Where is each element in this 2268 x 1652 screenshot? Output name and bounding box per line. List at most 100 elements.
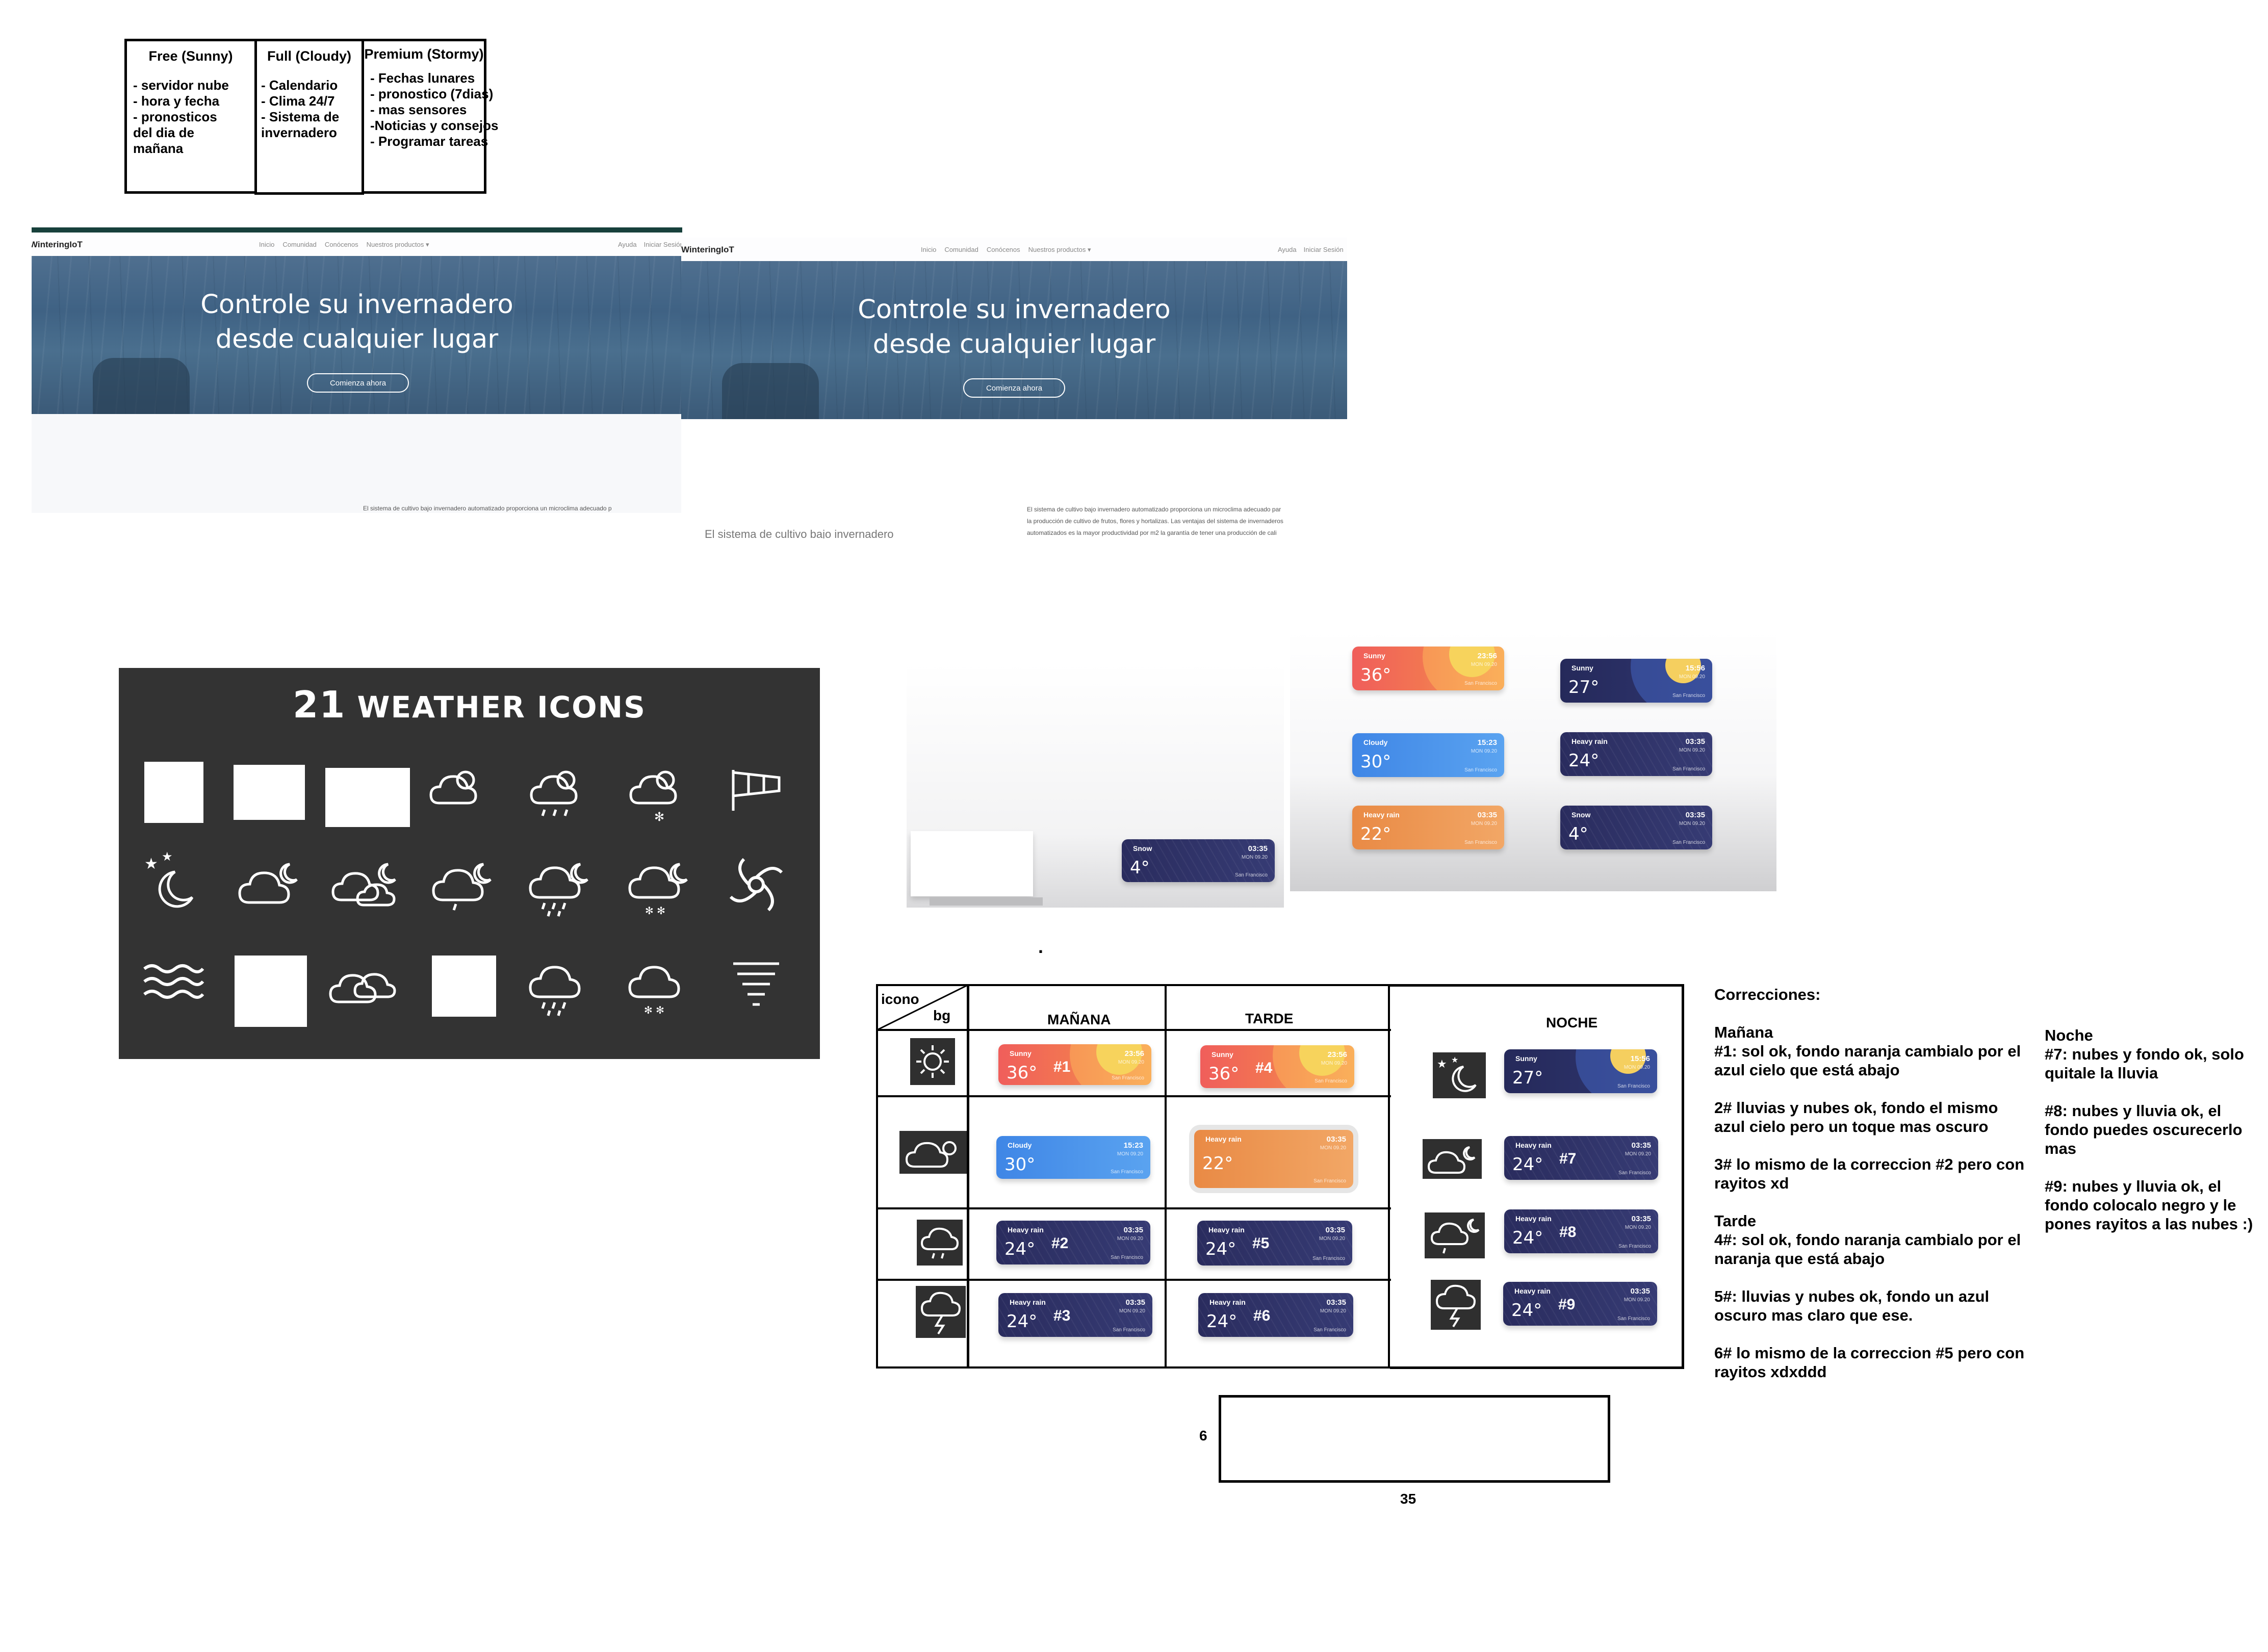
plan-item: - Programar tareas bbox=[370, 134, 488, 149]
top-bar bbox=[32, 227, 682, 233]
card-temperature: 36° bbox=[1208, 1064, 1240, 1084]
card-1-sunny-morning[interactable]: Sunny 36° #1 23:56 MON 09.20 San Francis… bbox=[998, 1044, 1151, 1085]
grid-line bbox=[876, 1207, 1391, 1209]
svg-text:✻ ✻: ✻ ✻ bbox=[644, 1004, 664, 1016]
site-brand[interactable]: WinteringIoT bbox=[681, 245, 734, 255]
corrections-notes: Correcciones: Mañana #1: sol ok, fondo n… bbox=[1714, 985, 2025, 1400]
card-number: #5 bbox=[1252, 1235, 1270, 1252]
card-time: 15:56 bbox=[1685, 664, 1705, 673]
card-6-storm-afternoon[interactable]: Heavy rain 24° #6 03:35 MON 09.20 San Fr… bbox=[1198, 1293, 1353, 1337]
card-date: MON 09.20 bbox=[1623, 1297, 1650, 1303]
nav-ayuda[interactable]: Ayuda bbox=[1278, 246, 1297, 253]
nav-conocenos[interactable]: Conócenos bbox=[987, 246, 1020, 254]
cloud-moon-drizzle-icon bbox=[427, 854, 494, 915]
plan-item: - pronostico (7dias) bbox=[370, 86, 494, 101]
hero-headline: Controle su invernadero desde cualquier … bbox=[681, 293, 1347, 362]
nav-login[interactable]: Iniciar Sesión bbox=[644, 241, 682, 248]
corrections-title: Correcciones: bbox=[1714, 986, 1821, 1003]
card-9-storm-night[interactable]: Heavy rain 24° #9 03:35 MON 09.20 San Fr… bbox=[1503, 1282, 1657, 1326]
correction-9: #9: nubes y lluvia ok, el fondo colocalo… bbox=[2045, 1177, 2253, 1233]
card-temperature: 22° bbox=[1360, 824, 1391, 844]
nav-ayuda[interactable]: Ayuda bbox=[618, 241, 637, 248]
cloud-rain-icon bbox=[917, 1220, 963, 1266]
card-8-rain-night[interactable]: Heavy rain 24° #8 03:35 MON 09.20 San Fr… bbox=[1504, 1209, 1658, 1253]
card-city: San Francisco bbox=[1113, 1327, 1145, 1333]
nav-comunidad[interactable]: Comunidad bbox=[282, 241, 317, 249]
card-condition: Sunny bbox=[1363, 652, 1385, 660]
windsock-icon bbox=[723, 760, 789, 816]
card-temperature: 27° bbox=[1512, 1068, 1543, 1088]
svg-text:★: ★ bbox=[1437, 1057, 1447, 1070]
weather-card-heavy-rain-orange[interactable]: Heavy rain 22° 03:35 MON 09.20 San Franc… bbox=[1352, 806, 1504, 849]
card-time: 03:35 bbox=[1325, 1226, 1345, 1234]
nav-productos[interactable]: Nuestros productos ▾ bbox=[1028, 246, 1091, 254]
card-temperature: 24° bbox=[1205, 1239, 1236, 1259]
card-condition: Heavy rain bbox=[1571, 737, 1608, 745]
morning-heading: Mañana bbox=[1714, 1023, 1773, 1041]
grid-line bbox=[1682, 984, 1684, 1369]
card-city: San Francisco bbox=[1618, 1170, 1651, 1176]
card-date: MON 09.20 bbox=[1679, 674, 1705, 680]
plan-item: - pronosticos bbox=[133, 109, 217, 124]
cloud-moon-icon bbox=[234, 854, 300, 910]
corner-label-icon: icono bbox=[881, 991, 919, 1007]
cloud-moon-snow-icon: ✻ ✻ bbox=[624, 854, 690, 920]
card-rain-orange-afternoon[interactable]: Heavy rain 22° 03:35 MON 09.20 San Franc… bbox=[1194, 1130, 1353, 1188]
card-city: San Francisco bbox=[1312, 1256, 1345, 1261]
correction-2: 2# lluvias y nubes ok, fondo el mismo az… bbox=[1714, 1099, 1998, 1135]
card-city: San Francisco bbox=[1111, 1169, 1143, 1175]
card-time: 03:35 bbox=[1326, 1135, 1346, 1144]
dimension-width-label: 35 bbox=[1400, 1491, 1416, 1507]
nav-productos[interactable]: Nuestros productos ▾ bbox=[367, 241, 429, 249]
card-5-rain-afternoon[interactable]: Heavy rain 24° #5 03:35 MON 09.20 San Fr… bbox=[1197, 1221, 1352, 1266]
card-7-cloud-night[interactable]: Heavy rain 24° #7 03:35 MON 09.20 San Fr… bbox=[1504, 1136, 1658, 1180]
card-4-sunny-afternoon[interactable]: Sunny 36° #4 23:56 MON 09.20 San Francis… bbox=[1200, 1045, 1354, 1088]
card-number: #4 bbox=[1255, 1060, 1273, 1076]
card-condition: Snow bbox=[1571, 811, 1591, 819]
card-date: MON 09.20 bbox=[1679, 747, 1705, 753]
weather-card-cloudy[interactable]: Cloudy 30° 15:23 MON 09.20 San Francisco bbox=[1352, 733, 1504, 777]
plan-premium-box: Premium (Stormy) - Fechas lunares - pron… bbox=[362, 39, 498, 194]
card-number: #1 bbox=[1053, 1059, 1071, 1075]
card-condition: Heavy rain bbox=[1514, 1287, 1551, 1295]
card-condition: Sunny bbox=[1010, 1049, 1032, 1057]
card-date: MON 09.20 bbox=[1320, 1145, 1346, 1151]
site-brand[interactable]: WinteringIoT bbox=[32, 240, 83, 250]
weather-card-snow[interactable]: Snow 4° 03:35 MON 09.20 San Francisco bbox=[1122, 839, 1275, 882]
nav-inicio[interactable]: Inicio bbox=[259, 241, 274, 249]
widget-preview-grid: Sunny 36° 23:56 MON 09.20 San Francisco … bbox=[1290, 630, 1776, 891]
plan-item: del dia de bbox=[133, 125, 194, 140]
card-cloudy-morning[interactable]: Cloudy 30° 15:23 MON 09.20 San Francisco bbox=[996, 1136, 1150, 1179]
placeholder-shadow bbox=[930, 897, 1043, 906]
snow-icon: ✻ ✻ bbox=[624, 953, 690, 1020]
weather-card-sunny-night[interactable]: Sunny 27° 15:56 MON 09.20 San Francisco bbox=[1560, 659, 1712, 703]
card-temperature: 22° bbox=[1202, 1153, 1233, 1174]
card-number: #3 bbox=[1053, 1307, 1071, 1324]
card-date: MON 09.20 bbox=[1321, 1061, 1347, 1066]
nav-comunidad[interactable]: Comunidad bbox=[944, 246, 978, 254]
card-3-storm-morning[interactable]: Heavy rain 24° #3 03:35 MON 09.20 San Fr… bbox=[998, 1293, 1152, 1337]
card-time: 03:35 bbox=[1123, 1226, 1143, 1234]
card-number: #6 bbox=[1253, 1307, 1271, 1324]
weather-card-heavy-rain[interactable]: Heavy rain 24° 03:35 MON 09.20 San Franc… bbox=[1560, 732, 1712, 776]
weather-card-snow[interactable]: Snow 4° 03:35 MON 09.20 San Francisco bbox=[1560, 806, 1712, 849]
card-temperature: 27° bbox=[1568, 677, 1600, 698]
card-condition: Heavy rain bbox=[1515, 1141, 1552, 1149]
card-2-rain-morning[interactable]: Heavy rain 24° #2 03:35 MON 09.20 San Fr… bbox=[996, 1221, 1150, 1264]
hero-silhouette bbox=[93, 358, 190, 414]
cta-button[interactable]: Comienza ahora bbox=[307, 373, 409, 393]
cta-button[interactable]: Comienza ahora bbox=[963, 378, 1065, 398]
icon-sheet-number: 21 bbox=[293, 683, 346, 726]
card-sunny-night[interactable]: Sunny 27° 15:56 MON 09.20 San Francisco bbox=[1504, 1049, 1657, 1093]
weather-card-sunny-day[interactable]: Sunny 36° 23:56 MON 09.20 San Francisco bbox=[1352, 647, 1504, 690]
white-placeholder bbox=[432, 956, 496, 1017]
plan-premium-list: - Fechas lunares - pronostico (7dias) - … bbox=[370, 70, 498, 149]
nav-login[interactable]: Iniciar Sesión bbox=[1304, 246, 1344, 253]
card-city: San Francisco bbox=[1672, 693, 1705, 699]
nav-conocenos[interactable]: Conócenos bbox=[325, 241, 358, 249]
headline-line-1: Controle su invernadero bbox=[858, 295, 1171, 325]
plan-full-title: Full (Cloudy) bbox=[267, 48, 351, 64]
sun-snow-icon: ✻ bbox=[624, 760, 690, 826]
nav-inicio[interactable]: Inicio bbox=[921, 246, 936, 254]
svg-text:★: ★ bbox=[144, 855, 158, 873]
